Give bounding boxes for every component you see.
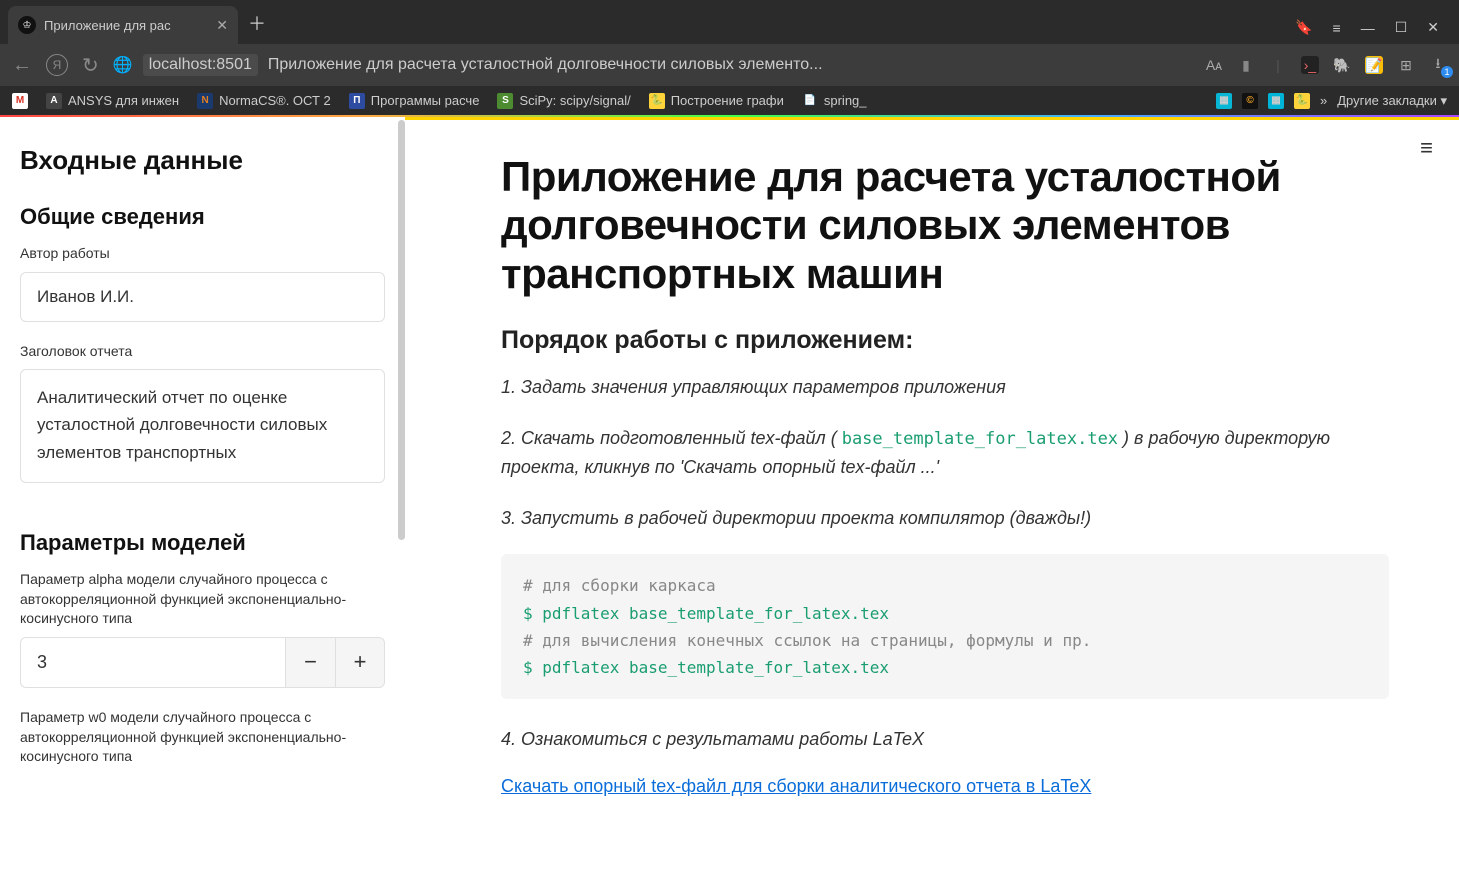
bookmark-gmail[interactable]: M	[12, 93, 28, 109]
ext-evernote-icon[interactable]: 🐘	[1333, 56, 1351, 74]
main-content: ≡ Приложение для расчета усталостной дол…	[405, 117, 1459, 879]
address-bar-icons: Aᴀ ▮ | ›_ 🐘 📝 ⊞ ⭳	[1205, 56, 1447, 74]
extensions-icon[interactable]: ⊞	[1397, 56, 1415, 74]
section-general-heading: Общие сведения	[20, 204, 385, 230]
other-bookmarks-button[interactable]: Другие закладки ▾	[1337, 93, 1447, 109]
downloads-icon[interactable]: ⭳	[1429, 56, 1447, 74]
new-tab-button[interactable]: ＋	[248, 10, 266, 36]
tab-title: Приложение для рас	[44, 18, 208, 33]
translate-icon[interactable]: Aᴀ	[1205, 56, 1223, 74]
browser-tab[interactable]: ♔ Приложение для рас ✕	[8, 6, 238, 44]
alpha-decrement-button[interactable]: −	[285, 637, 335, 688]
bookmarks-bar: M AANSYS для инжен NNormaCS®. ОСТ 2 ППро…	[0, 86, 1459, 117]
url-host: localhost:8501	[143, 54, 258, 76]
alpha-number-widget: − +	[20, 637, 385, 688]
author-label: Автор работы	[20, 244, 385, 264]
alpha-input[interactable]	[20, 637, 285, 688]
url-page-title: Приложение для расчета усталостной долго…	[268, 56, 823, 74]
bookmark-extra-3-icon[interactable]: ▦	[1268, 93, 1284, 109]
workflow-heading: Порядок работы с приложением:	[501, 326, 1389, 355]
bookmark-ansys[interactable]: AANSYS для инжен	[46, 93, 179, 109]
section-params-heading: Параметры моделей	[20, 530, 385, 556]
back-button[interactable]: ←	[12, 54, 32, 77]
code-line-1: # для сборки каркаса	[523, 572, 1367, 599]
bookmark-normacs[interactable]: NNormaCS®. ОСТ 2	[197, 93, 331, 109]
minimize-button[interactable]: —	[1361, 20, 1375, 36]
w0-label: Параметр w0 модели случайного процесса с…	[20, 708, 385, 767]
bookmark-extra-4-icon[interactable]: 🐍	[1294, 93, 1310, 109]
page-title: Приложение для расчета усталостной долго…	[501, 153, 1389, 298]
bookmarks-overflow-icon[interactable]: »	[1320, 93, 1327, 108]
reload-button[interactable]: ↻	[82, 53, 99, 78]
step-2: 2. Скачать подготовленный tex-файл ( bas…	[501, 424, 1389, 482]
bookmark-plotting[interactable]: 🐍Построение графи	[649, 93, 784, 109]
download-tex-link[interactable]: Скачать опорный tex-файл для сборки анал…	[501, 776, 1091, 796]
bookmark-header-icon[interactable]: 🔖	[1295, 19, 1312, 36]
maximize-button[interactable]: ☐	[1395, 19, 1408, 36]
bookmark-programs[interactable]: ППрограммы расче	[349, 93, 480, 109]
tab-close-icon[interactable]: ✕	[216, 17, 228, 34]
code-line-3: # для вычисления конечных ссылок на стра…	[523, 627, 1367, 654]
sidebar-scrollbar[interactable]	[398, 120, 405, 540]
bookmark-extra-1-icon[interactable]: ▦	[1216, 93, 1232, 109]
menu-header-icon[interactable]: ≡	[1333, 20, 1341, 36]
yandex-home-icon[interactable]: Я	[46, 54, 68, 76]
step-4: 4. Ознакомиться с результатами работы La…	[501, 725, 1389, 754]
url-bar[interactable]: 🌐 localhost:8501 Приложение для расчета …	[113, 54, 1191, 76]
site-info-icon[interactable]: 🌐	[113, 55, 133, 75]
hamburger-menu-icon[interactable]: ≡	[1420, 135, 1433, 161]
bookmark-spring[interactable]: 📄spring_	[802, 93, 867, 109]
report-title-label: Заголовок отчета	[20, 342, 385, 362]
author-input[interactable]	[20, 272, 385, 322]
separator: |	[1269, 56, 1287, 74]
step-3: 3. Запустить в рабочей директории проект…	[501, 504, 1389, 533]
tab-bar: ♔ Приложение для рас ✕ ＋ 🔖 ≡ — ☐ ✕	[0, 0, 1459, 44]
tex-filename-code: base_template_for_latex.tex	[842, 429, 1118, 449]
address-bar: ← Я ↻ 🌐 localhost:8501 Приложение для ра…	[0, 44, 1459, 86]
alpha-label: Параметр alpha модели случайного процесс…	[20, 570, 385, 629]
step-1: 1. Задать значения управляющих параметро…	[501, 373, 1389, 402]
sidebar-title: Входные данные	[20, 145, 385, 176]
report-title-textarea[interactable]	[20, 369, 385, 483]
bookmark-scipy[interactable]: SSciPy: scipy/signal/	[497, 93, 630, 109]
tab-favicon-icon: ♔	[18, 16, 36, 34]
browser-chrome: ♔ Приложение для рас ✕ ＋ 🔖 ≡ — ☐ ✕ ← Я ↻…	[0, 0, 1459, 117]
code-line-4: $ pdflatex base_template_for_latex.tex	[523, 654, 1367, 681]
bookmark-flag-icon[interactable]: ▮	[1237, 56, 1255, 74]
ext-terminal-icon[interactable]: ›_	[1301, 56, 1319, 74]
sidebar: Входные данные Общие сведения Автор рабо…	[0, 117, 405, 879]
code-block: # для сборки каркаса $ pdflatex base_tem…	[501, 554, 1389, 699]
alpha-increment-button[interactable]: +	[335, 637, 385, 688]
close-window-button[interactable]: ✕	[1427, 19, 1439, 36]
window-controls: 🔖 ≡ — ☐ ✕	[1275, 19, 1459, 44]
code-line-2: $ pdflatex base_template_for_latex.tex	[523, 600, 1367, 627]
ext-keep-icon[interactable]: 📝	[1365, 56, 1383, 74]
bookmark-extra-2-icon[interactable]: ©	[1242, 93, 1258, 109]
app-container: Входные данные Общие сведения Автор рабо…	[0, 117, 1459, 879]
